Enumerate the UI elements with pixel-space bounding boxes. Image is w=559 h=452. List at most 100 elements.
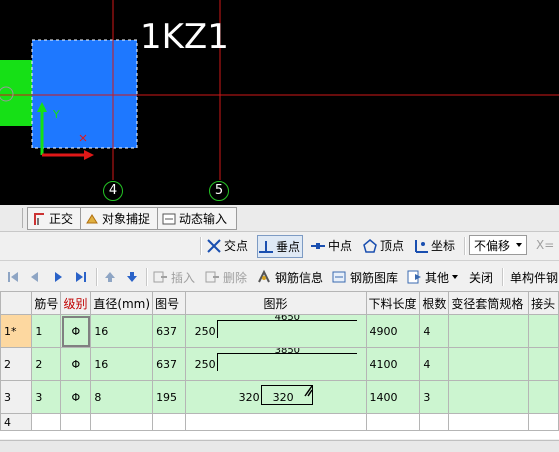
row-header[interactable]: 4	[0, 413, 33, 431]
col-header-cut-length[interactable]: 下料长度	[365, 291, 421, 315]
count-cell[interactable]: 4	[419, 347, 450, 381]
joint-cell[interactable]	[528, 314, 559, 348]
close-label: 关闭	[469, 270, 494, 285]
table-row[interactable]: 1* 1 Φ 16 637 250 4650 4900 4	[0, 314, 559, 348]
first-record-button[interactable]	[5, 267, 21, 287]
element-label: 1KZ1	[140, 17, 229, 57]
cut-length-cell[interactable]: 4900	[365, 314, 421, 348]
move-down-button[interactable]	[124, 267, 140, 287]
rebar-library-button[interactable]: 钢筋图库	[331, 267, 398, 287]
bar-no-cell[interactable]: 1	[31, 314, 62, 348]
table-row[interactable]: 4	[0, 413, 559, 431]
close-button[interactable]: 关闭	[469, 267, 493, 287]
vertex-snap[interactable]: 顶点	[362, 235, 404, 256]
move-up-button[interactable]	[102, 267, 118, 287]
count-cell[interactable]: 4	[419, 314, 450, 348]
axis-label-4: 4	[103, 181, 123, 201]
sleeve-spec-cell[interactable]	[448, 380, 530, 414]
chevron-down-icon	[516, 243, 522, 247]
next-icon	[50, 269, 66, 285]
shape-left-dim: 250	[194, 325, 216, 338]
single-member-label: 单构件钢	[510, 270, 559, 285]
diameter-cell[interactable]: 16	[90, 314, 154, 348]
shape-no-cell[interactable]: 637	[152, 347, 186, 381]
intersection-snap[interactable]: 交点	[206, 235, 248, 256]
coordinate-icon	[413, 238, 429, 254]
midpoint-snap[interactable]: 中点	[310, 235, 352, 256]
col-header-shape-no[interactable]: 图号	[152, 291, 186, 315]
shape-length: 320	[272, 391, 294, 404]
object-snap-button[interactable]: 对象捕捉	[80, 207, 162, 230]
x-coordinate-label: X=	[536, 238, 555, 252]
perpendicular-icon	[258, 239, 274, 255]
grade-cell[interactable]: Φ	[60, 380, 92, 414]
shape-no-cell[interactable]: 637	[152, 314, 186, 348]
insert-button[interactable]: 插入	[152, 267, 195, 287]
row-header[interactable]: 2	[0, 347, 33, 381]
rebar-info-icon	[256, 269, 272, 285]
last-record-button[interactable]	[73, 267, 89, 287]
intersection-label: 交点	[224, 239, 249, 253]
bar-no-cell[interactable]: 3	[31, 380, 62, 414]
perpendicular-snap[interactable]: 垂点	[257, 235, 304, 258]
dynamic-input-button[interactable]: 动态输入	[157, 207, 237, 230]
shape-cell[interactable]: 250 3850	[184, 347, 367, 381]
dynamic-input-label: 动态输入	[179, 212, 228, 226]
col-header-bar-no[interactable]: 筋号	[31, 291, 62, 315]
bar-no-cell[interactable]: 2	[31, 347, 62, 381]
joint-cell[interactable]	[528, 380, 559, 414]
insert-label: 插入	[171, 270, 196, 285]
ortho-button[interactable]: 正交	[27, 207, 85, 230]
diameter-cell[interactable]: 8	[90, 380, 154, 414]
other-icon	[406, 269, 422, 285]
rebar-info-button[interactable]: 钢筋信息	[256, 267, 323, 287]
col-header-grade[interactable]: 级别	[60, 291, 92, 315]
cut-length-cell[interactable]: 1400	[365, 380, 421, 414]
delete-button[interactable]: 删除	[204, 267, 247, 287]
perpendicular-label: 垂点	[276, 240, 301, 254]
cad-canvas[interactable]: Y 1KZ1 4 5	[0, 0, 559, 205]
row-header[interactable]: 3	[0, 380, 33, 414]
svg-text:Y: Y	[52, 108, 60, 121]
next-record-button[interactable]	[50, 267, 66, 287]
first-icon	[5, 269, 21, 285]
coordinate-snap[interactable]: 坐标	[413, 235, 455, 256]
col-header-diameter[interactable]: 直径(mm)	[90, 291, 154, 315]
column-element[interactable]	[31, 39, 138, 149]
table-row[interactable]: 2 2 Φ 16 637 250 3850 4100 4	[0, 347, 559, 381]
diameter-cell[interactable]: 16	[90, 347, 154, 381]
ortho-label: 正交	[49, 212, 74, 226]
status-toolbar: 正交 对象捕捉 动态输入	[0, 205, 559, 232]
horizontal-scrollbar[interactable]	[0, 440, 559, 452]
other-menu-button[interactable]: 其他	[406, 267, 459, 287]
table-row[interactable]: 3 3 Φ 8 195 320 320 1400 3	[0, 380, 559, 414]
grade-cell[interactable]: Φ	[60, 347, 92, 381]
count-cell[interactable]: 3	[419, 380, 450, 414]
offset-select[interactable]: 不偏移	[469, 235, 527, 255]
sleeve-spec-cell[interactable]	[448, 347, 530, 381]
shape-cell[interactable]: 250 4650	[184, 314, 367, 348]
shape-cell[interactable]: 320 320	[184, 380, 367, 414]
col-header-sleeve-spec[interactable]: 变径套筒规格	[448, 291, 530, 315]
midpoint-label: 中点	[328, 239, 353, 253]
object-snap-label: 对象捕捉	[102, 212, 151, 226]
shape-no-cell[interactable]: 195	[152, 380, 186, 414]
sleeve-spec-cell[interactable]	[448, 314, 530, 348]
adjacent-element	[0, 60, 33, 126]
previous-record-button[interactable]	[27, 267, 43, 287]
row-header[interactable]: 1*	[0, 314, 33, 348]
col-header-shape[interactable]: 图形	[184, 291, 367, 315]
offset-select-value: 不偏移	[474, 238, 511, 253]
col-header-count[interactable]: 根数	[419, 291, 450, 315]
coordinate-label: 坐标	[431, 239, 456, 253]
cut-length-cell[interactable]: 4100	[365, 347, 421, 381]
rebar-library-icon	[331, 269, 347, 285]
previous-icon	[27, 269, 43, 285]
grade-cell[interactable]: Φ	[60, 314, 92, 348]
single-member-button[interactable]: 单构件钢	[510, 267, 558, 287]
cad-drawing: Y	[0, 0, 559, 180]
arrow-up-icon	[102, 269, 118, 285]
joint-cell[interactable]	[528, 347, 559, 381]
col-header-joint[interactable]: 接头	[528, 291, 559, 315]
intersection-icon	[206, 238, 222, 254]
